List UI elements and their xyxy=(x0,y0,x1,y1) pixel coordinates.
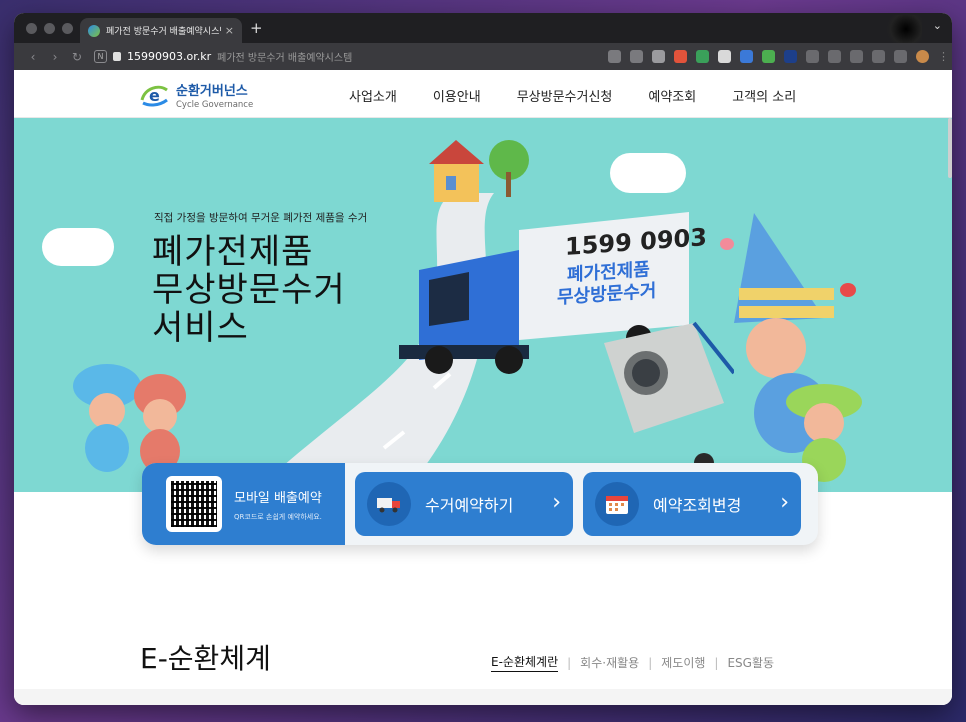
reservation-lookup-label: 예약조회변경 xyxy=(653,496,742,515)
close-tab-icon[interactable]: × xyxy=(225,24,234,37)
heart-red-decoration-icon xyxy=(840,283,856,297)
download-icon[interactable] xyxy=(828,50,841,63)
pickup-reservation-button[interactable]: 수거예약하기 › xyxy=(355,472,573,536)
tab-search-chevron-icon[interactable]: ⌄ xyxy=(933,19,942,32)
reload-button[interactable]: ↻ xyxy=(66,50,88,64)
cloud-top xyxy=(610,153,686,193)
share-icon[interactable] xyxy=(630,50,643,63)
cloud-left xyxy=(42,228,114,266)
subnav-separator: | xyxy=(648,655,653,670)
forward-button[interactable]: › xyxy=(44,50,66,64)
window-controls xyxy=(26,23,73,34)
profile-avatar[interactable] xyxy=(916,50,929,63)
pickup-reservation-label: 수거예약하기 xyxy=(425,496,514,515)
extension-shield-icon[interactable] xyxy=(696,50,709,63)
subnav-esg[interactable]: ESG활동 xyxy=(727,654,774,671)
site-logo[interactable]: e 순환거버넌스 Cycle Governance xyxy=(139,80,253,110)
chevron-right-icon: › xyxy=(780,490,789,515)
close-window-button[interactable] xyxy=(26,23,37,34)
nav-guide[interactable]: 이용안내 xyxy=(433,86,481,105)
nav-about[interactable]: 사업소개 xyxy=(349,86,397,105)
nav-customer-voice[interactable]: 고객의 소리 xyxy=(732,86,796,105)
subnav-separator: | xyxy=(714,655,719,670)
quick-actions: 모바일 배출예약 QR코드로 손쉽게 예약하세요. 수거예약하기 › 예약조회변… xyxy=(142,463,818,545)
svg-text:e: e xyxy=(149,86,160,105)
extension-4-icon[interactable] xyxy=(762,50,775,63)
hero-title-line2: 무상방문수거 xyxy=(152,270,346,310)
extension-2-icon[interactable] xyxy=(718,50,731,63)
bookmark-star-icon[interactable] xyxy=(652,50,665,63)
url-field[interactable]: 15990903.or.kr 폐가전 방문수거 배출예약시스템 xyxy=(113,49,608,64)
main-nav: 사업소개 이용안내 무상방문수거신청 예약조회 고객의 소리 xyxy=(349,86,832,105)
logo-english: Cycle Governance xyxy=(176,100,254,110)
tab-title: 폐가전 방문수거 배출예약시스템 xyxy=(106,27,221,37)
minimize-window-button[interactable] xyxy=(44,23,55,34)
chevron-right-icon: › xyxy=(552,490,561,515)
url-page-title: 폐가전 방문수거 배출예약시스템 xyxy=(217,53,353,64)
extension-5-icon[interactable] xyxy=(784,50,797,63)
tab-bar: 폐가전 방문수거 배출예약시스템 × + ⌄ xyxy=(14,13,952,43)
mobile-reservation-sub: QR코드로 손쉽게 예약하세요. xyxy=(234,512,322,521)
mobile-reservation-title: 모바일 배출예약 xyxy=(234,490,322,506)
hero-title-line1: 폐가전제품 xyxy=(152,232,314,272)
washing-machine-illustration xyxy=(604,321,734,473)
calendar-icon xyxy=(595,482,639,526)
lock-icon xyxy=(113,52,121,61)
logo-e-icon: e xyxy=(140,85,168,107)
subnav-separator: | xyxy=(567,655,572,670)
more-menu-icon[interactable]: ⋮ xyxy=(938,50,949,63)
extensions-toolbar: ⋮ xyxy=(608,50,949,63)
subnav-recovery-recycling[interactable]: 회수·재활용 xyxy=(580,654,639,671)
hero-banner: 1599 0903 폐가전제품 무상방문수거 직접 가정을 방문하여 무거운 폐… xyxy=(14,118,952,492)
house-illustration xyxy=(429,140,529,202)
browser-window: 폐가전 방문수거 배출예약시스템 × + ⌄ ‹ › ↻ N 15990903.… xyxy=(14,13,952,705)
reading-list-icon[interactable] xyxy=(850,50,863,63)
nav-free-pickup-request[interactable]: 무상방문수거신청 xyxy=(517,86,613,105)
page-scrollbar[interactable] xyxy=(948,118,952,178)
hero-title: 폐가전제품 무상방문수거 서비스 xyxy=(152,233,346,347)
left-mascots-illustration xyxy=(73,364,186,473)
hero-subtitle: 직접 가정을 방문하여 무거운 폐가전 제품을 수거 xyxy=(154,212,368,224)
address-toolbar: ‹ › ↻ N 15990903.or.kr 폐가전 방문수거 배출예약시스템 … xyxy=(14,43,952,70)
heart-decoration-icon xyxy=(720,238,734,250)
nav-reservation-lookup[interactable]: 예약조회 xyxy=(648,86,696,105)
zoom-window-button[interactable] xyxy=(62,23,73,34)
truck-icon xyxy=(367,482,411,526)
extension-3-icon[interactable] xyxy=(740,50,753,63)
bottom-strip xyxy=(14,689,952,705)
puzzle-icon[interactable] xyxy=(806,50,819,63)
reservation-lookup-button[interactable]: 예약조회변경 › xyxy=(583,472,801,536)
hero-title-line3: 서비스 xyxy=(152,308,249,348)
mobile-reservation-panel[interactable]: 모바일 배출예약 QR코드로 손쉽게 예약하세요. xyxy=(142,463,345,545)
home-icon[interactable]: N xyxy=(94,50,107,63)
qr-code-icon xyxy=(166,476,222,532)
screenshot-icon[interactable] xyxy=(872,50,885,63)
logo-korean: 순환거버넌스 xyxy=(176,84,248,99)
site-favicon-icon xyxy=(88,24,100,37)
tab-active[interactable]: 폐가전 방문수거 배출예약시스템 × xyxy=(80,18,242,43)
subnav-e-cycle-about[interactable]: E-순환체계란 xyxy=(491,653,559,672)
url-host: 15990903.or.kr xyxy=(127,50,212,63)
new-tab-button[interactable]: + xyxy=(250,19,263,37)
subnav-compliance[interactable]: 제도이행 xyxy=(661,654,705,671)
cast-icon[interactable] xyxy=(608,50,621,63)
section-subnav: E-순환체계란 | 회수·재활용 | 제도이행 | ESG활동 xyxy=(491,653,774,672)
back-button[interactable]: ‹ xyxy=(22,50,44,64)
tab-strip-decoration xyxy=(882,15,922,43)
section-title: E-순환체계 xyxy=(140,642,271,675)
sidebar-icon[interactable] xyxy=(894,50,907,63)
extension-1-icon[interactable] xyxy=(674,50,687,63)
site-header: e 순환거버넌스 Cycle Governance 사업소개 이용안내 무상방문… xyxy=(14,70,952,118)
